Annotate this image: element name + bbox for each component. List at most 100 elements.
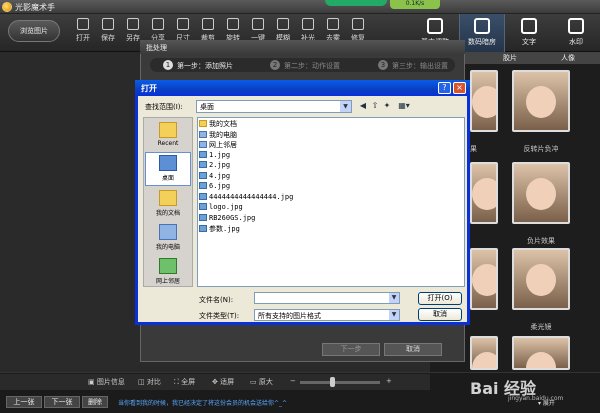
open-button[interactable]: 打开(O): [418, 292, 462, 305]
light-icon: [302, 18, 314, 30]
brush-icon: [352, 18, 364, 30]
zoom-slider[interactable]: [300, 381, 380, 384]
place-network[interactable]: 网上邻居: [145, 258, 191, 285]
file-name: 网上邻居: [209, 141, 237, 149]
place-my-computer[interactable]: 我的电脑: [145, 224, 191, 251]
effect-thumb[interactable]: [470, 248, 498, 310]
save-as-icon: [127, 18, 139, 30]
view-menu-icon[interactable]: ▦▾: [396, 101, 412, 111]
file-item[interactable]: RB260GS.jpg: [199, 213, 256, 224]
computer-icon: [199, 130, 207, 138]
view-label: 原大: [258, 378, 273, 386]
wizard-cancel-button[interactable]: 取消: [384, 343, 442, 356]
file-name-input[interactable]: ▼: [254, 292, 400, 304]
file-name: logo.jpg: [209, 203, 243, 211]
recent-folder-icon: [159, 122, 177, 138]
tab-watermark[interactable]: 水印: [553, 14, 599, 52]
file-item[interactable]: 我的电脑: [199, 130, 237, 140]
tab-text[interactable]: 文字: [506, 14, 552, 52]
step-label: 第二步：动作设置: [284, 62, 340, 70]
close-button[interactable]: ×: [453, 82, 466, 94]
file-item[interactable]: 1.jpg: [199, 150, 230, 161]
effect-label: 柔光镜: [530, 323, 552, 331]
dialog-cancel-button[interactable]: 取消: [418, 308, 462, 321]
computer-icon: [199, 141, 207, 148]
network-icon: [159, 258, 177, 274]
place-recent[interactable]: Recent: [145, 122, 191, 147]
view-label: 适屏: [220, 378, 235, 386]
new-folder-icon[interactable]: ✦: [382, 101, 392, 111]
file-item[interactable]: logo.jpg: [199, 203, 243, 213]
zoom-slider-thumb[interactable]: [330, 377, 336, 387]
fullscreen-button[interactable]: ⛶ 全屏: [174, 377, 195, 387]
save-tool-button[interactable]: 保存: [95, 16, 121, 46]
effect-thumb[interactable]: [470, 70, 498, 132]
delete-button[interactable]: 删除: [82, 396, 108, 408]
save-icon: [102, 18, 114, 30]
file-name-label: 文件名(N):: [199, 296, 234, 304]
promo-info-text[interactable]: 当你看到我的时候，我已经决定了将这份会员的机会送给你^_^: [118, 398, 287, 407]
compare-button[interactable]: ◫ 对比: [138, 377, 161, 387]
file-item[interactable]: 我的文档: [199, 119, 237, 129]
expand-label: 展开: [542, 400, 555, 407]
fit-screen-button[interactable]: ✥ 适屏: [212, 377, 234, 387]
help-button[interactable]: ?: [438, 82, 451, 94]
effect-thumb[interactable]: [470, 162, 498, 224]
zoom-in-icon[interactable]: +: [386, 377, 392, 385]
tab-label: 数码暗房: [468, 38, 496, 46]
chevron-down-icon: ▼: [389, 310, 399, 320]
file-item[interactable]: 网上邻居: [199, 140, 237, 150]
image-file-icon: [199, 150, 207, 158]
app-logo-icon: [2, 2, 12, 12]
place-label: 我的文档: [155, 210, 180, 217]
up-folder-icon[interactable]: ⇧: [370, 101, 380, 111]
expand-button[interactable]: ▾ 展开: [538, 398, 555, 407]
file-type-select[interactable]: 所有支持的图片格式 ▼: [254, 309, 400, 321]
image-file-icon: [199, 161, 207, 168]
file-name: 6.jpg: [209, 182, 231, 190]
effect-thumb-negative[interactable]: [512, 162, 570, 224]
tab-camera[interactable]: 数码暗房: [459, 14, 505, 52]
magic-icon: [252, 18, 264, 30]
prev-image-button[interactable]: 上一张: [6, 396, 42, 408]
place-desktop[interactable]: 桌面: [145, 152, 191, 186]
original-size-button[interactable]: ▭ 原大: [250, 377, 273, 387]
image-file-icon: [199, 225, 207, 232]
image-file-icon: [199, 182, 207, 189]
file-item[interactable]: 6.jpg: [199, 182, 230, 192]
file-item[interactable]: 4444444444444444.jpg: [199, 192, 294, 203]
effect-thumb-softlight[interactable]: [512, 248, 570, 310]
file-name: 我的电脑: [209, 130, 237, 139]
wizard-title: 批处理: [140, 40, 465, 54]
watermark-url: jingyan.baidu.com: [508, 395, 564, 402]
browse-images-button[interactable]: 浏览图片: [8, 20, 60, 42]
subtab-film[interactable]: 胶片: [490, 53, 530, 64]
file-name: 4444444444444444.jpg: [209, 192, 294, 201]
subtab-portrait[interactable]: 人像: [548, 53, 588, 64]
file-name: 4.jpg: [209, 171, 231, 180]
text-icon: [521, 18, 537, 34]
back-icon[interactable]: ◀: [358, 101, 368, 111]
effect-thumb[interactable]: [512, 336, 570, 370]
look-in-select[interactable]: 桌面 ▼: [196, 100, 352, 113]
computer-icon: [159, 224, 177, 240]
effect-thumb[interactable]: [470, 336, 498, 370]
place-label: 网上邻居: [155, 278, 180, 285]
resize-icon: [177, 18, 189, 30]
share-icon: [152, 18, 164, 30]
zoom-out-icon[interactable]: −: [290, 377, 296, 385]
place-my-documents[interactable]: 我的文档: [145, 190, 191, 217]
file-item[interactable]: 2.jpg: [199, 161, 230, 171]
effect-label: 负片效果: [527, 237, 555, 245]
wizard-next-button[interactable]: 下一步: [322, 343, 380, 356]
file-item[interactable]: 参数.jpg: [199, 224, 240, 234]
step-number: 3: [378, 60, 388, 70]
folder-tool-button[interactable]: 打开: [70, 16, 96, 46]
file-name: 2.jpg: [209, 161, 231, 169]
file-name: RB260GS.jpg: [209, 213, 256, 222]
image-info-button[interactable]: ▣ 图片信息: [88, 377, 125, 387]
effect-thumb-reversal[interactable]: [512, 70, 570, 132]
file-name: 参数.jpg: [209, 225, 240, 233]
next-image-button[interactable]: 下一张: [44, 396, 80, 408]
file-item[interactable]: 4.jpg: [199, 171, 231, 182]
